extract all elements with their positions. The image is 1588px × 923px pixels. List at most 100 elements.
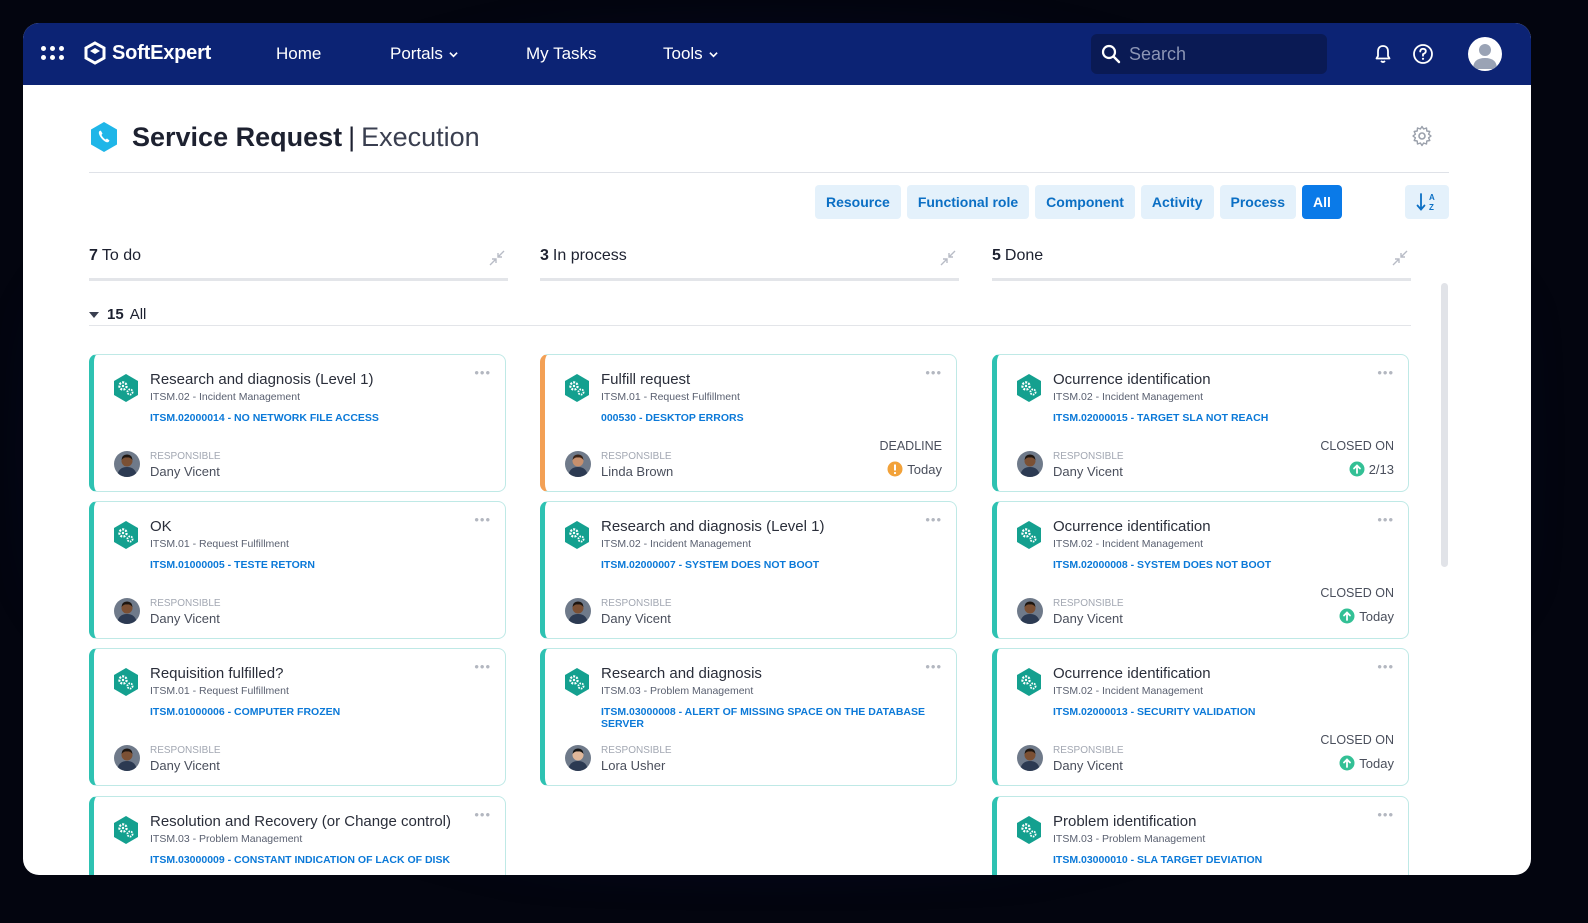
collapse-column-icon[interactable] <box>1391 249 1409 267</box>
nav-portals-label: Portals <box>390 44 443 63</box>
more-options-icon[interactable]: ••• <box>474 365 491 380</box>
more-options-icon[interactable]: ••• <box>474 659 491 674</box>
card-reference-link[interactable]: ITSM.02000015 - TARGET SLA NOT REACH <box>1053 412 1383 424</box>
filter-activity[interactable]: Activity <box>1140 185 1214 219</box>
task-card[interactable]: Fulfill request ITSM.01 - Request Fulfill… <box>540 354 957 492</box>
service-request-icon <box>91 122 117 152</box>
filter-process[interactable]: Process <box>1219 185 1296 219</box>
search-input[interactable] <box>1129 43 1309 65</box>
activity-gear-icon <box>565 521 589 549</box>
collapse-column-icon[interactable] <box>939 249 957 267</box>
page-subtitle: Execution <box>361 121 480 152</box>
filter-functional-role[interactable]: Functional role <box>906 185 1030 219</box>
card-process: ITSM.03 - Problem Management <box>601 685 754 697</box>
group-name: All <box>129 306 147 323</box>
card-reference-link[interactable]: 000530 - DESKTOP ERRORS <box>601 412 931 424</box>
card-process: ITSM.01 - Request Fulfillment <box>150 538 289 550</box>
card-reference-link[interactable]: ITSM.02000008 - SYSTEM DOES NOT BOOT <box>1053 559 1383 571</box>
card-title: Ocurrence identification <box>1053 518 1211 535</box>
softexpert-logo-icon <box>84 41 106 65</box>
user-avatar-icon[interactable] <box>1468 37 1502 71</box>
column-name: To do <box>101 247 142 264</box>
card-reference-link[interactable]: ITSM.01000006 - COMPUTER FROZEN <box>150 706 480 718</box>
responsible-name: Dany Vicent <box>1053 464 1123 479</box>
task-card[interactable]: Ocurrence identification ITSM.02 - Incide… <box>992 354 1409 492</box>
softexpert-logo[interactable]: SoftExpert <box>83 41 211 65</box>
avatar <box>1017 598 1043 624</box>
responsible-label: RESPONSIBLE <box>601 451 672 462</box>
more-options-icon[interactable]: ••• <box>925 512 942 527</box>
card-title: Research and diagnosis (Level 1) <box>601 518 825 535</box>
search-icon <box>1101 44 1121 64</box>
search-box[interactable] <box>1091 34 1327 74</box>
card-title: Ocurrence identification <box>1053 371 1211 388</box>
card-reference-link[interactable]: ITSM.02000013 - SECURITY VALIDATION <box>1053 706 1383 718</box>
nav-portals[interactable]: Portals <box>390 44 458 64</box>
task-card[interactable]: Requisition fulfilled? ITSM.01 - Request … <box>89 648 506 786</box>
more-options-icon[interactable]: ••• <box>474 807 491 822</box>
task-card[interactable]: Ocurrence identification ITSM.02 - Incide… <box>992 501 1409 639</box>
caret-down-icon[interactable] <box>89 311 99 318</box>
filter-resource[interactable]: Resource <box>815 185 901 219</box>
chevron-down-icon <box>449 51 458 57</box>
more-options-icon[interactable]: ••• <box>1377 512 1394 527</box>
card-process: ITSM.01 - Request Fulfillment <box>150 685 289 697</box>
card-title: Resolution and Recovery (or Change contr… <box>150 813 451 830</box>
more-options-icon[interactable]: ••• <box>1377 807 1394 822</box>
nav-tools[interactable]: Tools <box>663 44 718 64</box>
responsible-name: Dany Vicent <box>150 611 220 626</box>
task-card[interactable]: Ocurrence identification ITSM.02 - Incide… <box>992 648 1409 786</box>
nav-home-label: Home <box>276 44 322 63</box>
status-value: 2/13 <box>1349 461 1394 477</box>
card-reference-link[interactable]: ITSM.03000009 - CONSTANT INDICATION OF L… <box>150 854 480 866</box>
card-reference-link[interactable]: ITSM.01000005 - TESTE RETORN <box>150 559 480 571</box>
card-reference-link[interactable]: ITSM.03000008 - ALERT OF MISSING SPACE O… <box>601 706 931 730</box>
nav-my-tasks[interactable]: My Tasks <box>526 44 597 64</box>
card-reference-link[interactable]: ITSM.02000014 - NO NETWORK FILE ACCESS <box>150 412 480 424</box>
filter-component[interactable]: Component <box>1035 185 1135 219</box>
avatar <box>114 598 140 624</box>
more-options-icon[interactable]: ••• <box>474 512 491 527</box>
status-value: Today <box>1339 755 1394 771</box>
column-header-in-process: 3 In process <box>540 247 959 281</box>
card-reference-link[interactable]: ITSM.02000007 - SYSTEM DOES NOT BOOT <box>601 559 931 571</box>
gear-icon[interactable] <box>1411 125 1433 147</box>
card-reference-link[interactable]: ITSM.03000010 - SLA TARGET DEVIATION <box>1053 854 1383 866</box>
more-options-icon[interactable]: ••• <box>925 659 942 674</box>
bell-icon[interactable] <box>1372 43 1394 65</box>
card-title: Fulfill request <box>601 371 691 388</box>
status-label: CLOSED ON <box>1320 439 1394 453</box>
nav-tools-label: Tools <box>663 44 703 63</box>
responsible-label: RESPONSIBLE <box>1053 451 1124 462</box>
task-card[interactable]: OK ITSM.01 - Request Fulfillment ITSM.0100… <box>89 501 506 639</box>
filter-bar: Resource Functional role Component Activ… <box>815 185 1342 219</box>
collapse-column-icon[interactable] <box>488 249 506 267</box>
nav-home[interactable]: Home <box>276 44 321 64</box>
column-count: 7 <box>89 247 98 264</box>
sort-button[interactable]: A Z <box>1405 185 1449 219</box>
avatar <box>114 451 140 477</box>
status-label: CLOSED ON <box>1320 586 1394 600</box>
activity-gear-icon <box>565 374 589 402</box>
vertical-scrollbar[interactable] <box>1441 283 1448 567</box>
column-count: 3 <box>540 247 549 264</box>
task-card[interactable]: Research and diagnosis ITSM.03 - Problem … <box>540 648 957 786</box>
group-row-all[interactable]: 15 All <box>89 304 1411 326</box>
card-process: ITSM.03 - Problem Management <box>150 833 303 845</box>
help-icon[interactable] <box>1412 43 1434 65</box>
more-options-icon[interactable]: ••• <box>1377 659 1394 674</box>
task-card[interactable]: Resolution and Recovery (or Change contr… <box>89 796 506 875</box>
filter-all[interactable]: All <box>1301 185 1342 219</box>
status-value: Today <box>1339 608 1394 624</box>
more-options-icon[interactable]: ••• <box>1377 365 1394 380</box>
apps-grid-icon[interactable] <box>41 44 67 64</box>
task-card[interactable]: Research and diagnosis (Level 1) ITSM.02 … <box>89 354 506 492</box>
responsible-name: Dany Vicent <box>150 758 220 773</box>
responsible-name: Dany Vicent <box>1053 758 1123 773</box>
task-card[interactable]: Research and diagnosis (Level 1) ITSM.02 … <box>540 501 957 639</box>
avatar <box>114 745 140 771</box>
task-card[interactable]: Problem identification ITSM.03 - Problem … <box>992 796 1409 875</box>
more-options-icon[interactable]: ••• <box>925 365 942 380</box>
status-date: 2/13 <box>1368 461 1394 477</box>
chevron-down-icon <box>709 51 718 57</box>
